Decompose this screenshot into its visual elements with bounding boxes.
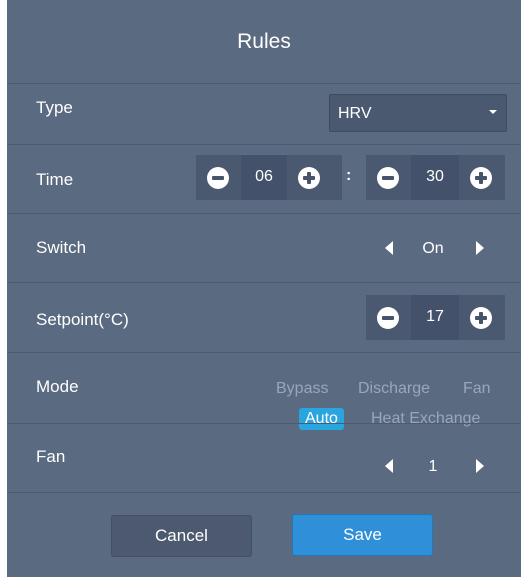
switch-label: Switch: [36, 238, 87, 257]
hour-decrement-button[interactable]: [207, 167, 229, 189]
setpoint-decrement-button[interactable]: [377, 307, 399, 329]
divider: [7, 282, 521, 283]
time-separator: :: [346, 167, 352, 184]
mode-option-heat-exchange[interactable]: Heat Exchange: [371, 410, 480, 428]
minute-decrement-button[interactable]: [377, 167, 399, 189]
setpoint-increment-button[interactable]: [470, 307, 492, 329]
fan-label: Fan: [36, 447, 66, 466]
save-button[interactable]: Save: [292, 514, 433, 556]
mode-label: Mode: [36, 377, 79, 396]
mode-option-auto[interactable]: Auto: [299, 408, 344, 430]
divider: [7, 144, 521, 145]
type-dropdown[interactable]: HRV: [329, 94, 507, 132]
fan-value: 1: [428, 458, 438, 475]
divider: [7, 83, 521, 84]
mode-option-fan[interactable]: Fan: [463, 380, 491, 398]
dialog-title: Rules: [237, 30, 291, 53]
switch-value: On: [422, 240, 444, 257]
setpoint-label: Setpoint(°C): [36, 310, 129, 329]
type-label: Type: [36, 98, 73, 117]
time-label: Time: [36, 170, 74, 189]
switch-previous-triangle-left-icon[interactable]: [385, 241, 393, 255]
divider: [7, 352, 521, 353]
minute-increment-button[interactable]: [470, 167, 492, 189]
setpoint-value: 17: [426, 308, 444, 325]
hour-value: 06: [255, 168, 273, 185]
divider: [7, 423, 521, 424]
hour-increment-button[interactable]: [298, 167, 320, 189]
switch-next-triangle-right-icon[interactable]: [476, 241, 484, 255]
divider: [7, 213, 521, 214]
type-dropdown-value: HRV: [338, 105, 372, 122]
fan-next-triangle-right-icon[interactable]: [476, 459, 484, 473]
cancel-button[interactable]: Cancel: [111, 515, 252, 557]
mode-option-discharge[interactable]: Discharge: [358, 380, 430, 398]
divider: [7, 492, 521, 493]
mode-option-bypass[interactable]: Bypass: [276, 380, 328, 398]
fan-previous-triangle-left-icon[interactable]: [385, 459, 393, 473]
caret-down-icon: [489, 110, 497, 114]
minute-value: 30: [426, 168, 444, 185]
rules-dialog: Rules Type HRV Time 06 : 30 Switch On Se…: [7, 0, 521, 577]
